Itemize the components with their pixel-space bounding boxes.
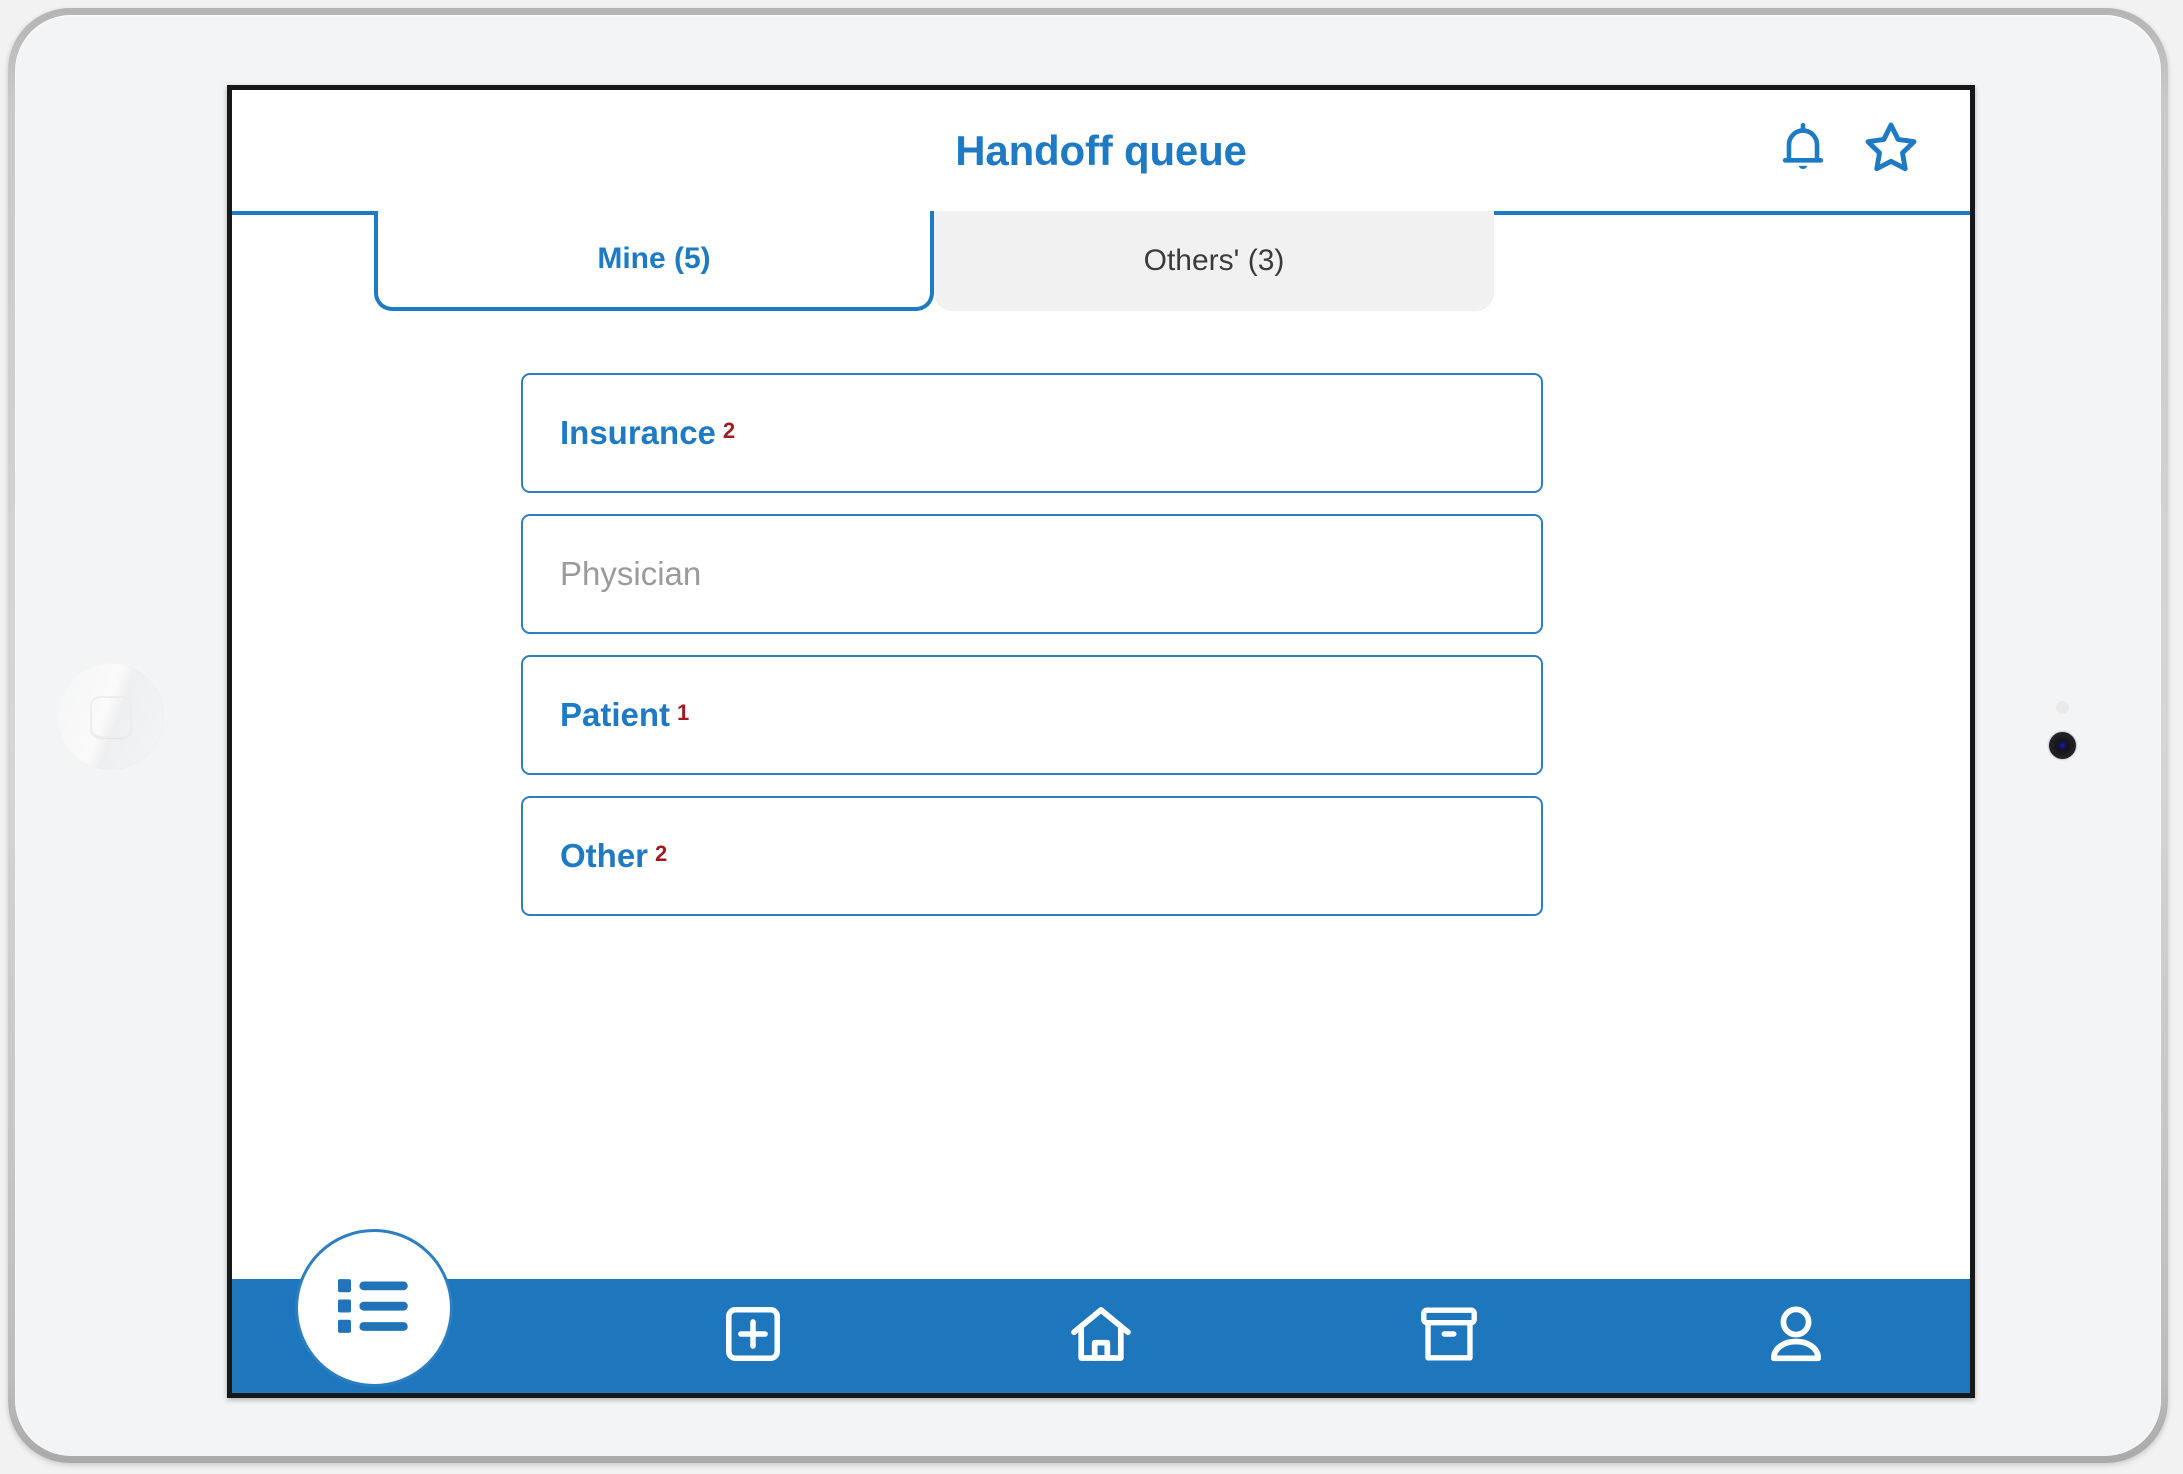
add-box-icon xyxy=(720,1301,786,1372)
screen-bezel: Handoff queue Mine (5) Others' (3) Insur… xyxy=(227,85,1975,1398)
add-nav-item[interactable] xyxy=(580,1279,928,1393)
home-button-square-icon xyxy=(89,695,132,738)
tab-others-label: Others' (3) xyxy=(1143,244,1285,277)
queue-card-insurance[interactable]: Insurance 2 xyxy=(521,373,1543,493)
list-icon xyxy=(328,1260,420,1357)
app-header: Handoff queue xyxy=(232,90,1970,211)
archive-nav-item[interactable] xyxy=(1275,1279,1623,1393)
home-icon xyxy=(1065,1298,1137,1375)
queue-card-other-label: Other xyxy=(560,837,649,874)
queue-card-physician-label: Physician xyxy=(560,555,702,592)
queue-card-patient-label: Patient xyxy=(560,696,671,733)
tablet-body: Handoff queue Mine (5) Others' (3) Insur… xyxy=(15,15,2161,1456)
notifications-button[interactable] xyxy=(1772,120,1834,182)
queue-card-patient[interactable]: Patient 1 xyxy=(521,655,1543,775)
queue-card-physician[interactable]: Physician xyxy=(521,514,1543,634)
page-title: Handoff queue xyxy=(955,127,1247,174)
queue-card-insurance-count: 2 xyxy=(722,417,736,443)
home-button[interactable] xyxy=(57,663,164,770)
queue-card-patient-count: 1 xyxy=(677,699,690,725)
tab-others[interactable]: Others' (3) xyxy=(934,211,1494,311)
person-icon xyxy=(1760,1298,1832,1375)
archive-box-icon xyxy=(1415,1300,1483,1373)
profile-nav-item[interactable] xyxy=(1622,1279,1970,1393)
front-camera-lens xyxy=(2049,732,2076,759)
tab-mine[interactable]: Mine (5) xyxy=(374,211,934,311)
tab-mine-label: Mine (5) xyxy=(597,242,711,275)
star-icon xyxy=(1860,117,1922,184)
bottom-navigation-bar xyxy=(232,1279,1970,1393)
bell-icon xyxy=(1774,119,1832,182)
tab-strip: Mine (5) Others' (3) xyxy=(232,211,1970,311)
queue-card-insurance-label: Insurance xyxy=(560,414,716,451)
favorite-button[interactable] xyxy=(1860,120,1922,182)
queue-card-other[interactable]: Other 2 xyxy=(521,796,1543,916)
queue-list: Insurance 2 Physician Patient 1 Other 2 xyxy=(521,373,1543,937)
header-actions xyxy=(1772,90,1922,211)
list-fab-button[interactable] xyxy=(295,1229,453,1387)
tab-baseline-left xyxy=(232,211,374,215)
tab-list: Mine (5) Others' (3) xyxy=(374,211,1494,311)
ambient-light-sensor xyxy=(2056,701,2069,714)
app-screen: Handoff queue Mine (5) Others' (3) Insur… xyxy=(232,90,1970,1393)
queue-card-other-count: 2 xyxy=(655,840,668,866)
tablet-frame: Handoff queue Mine (5) Others' (3) Insur… xyxy=(8,8,2168,1463)
home-nav-item[interactable] xyxy=(927,1279,1275,1393)
